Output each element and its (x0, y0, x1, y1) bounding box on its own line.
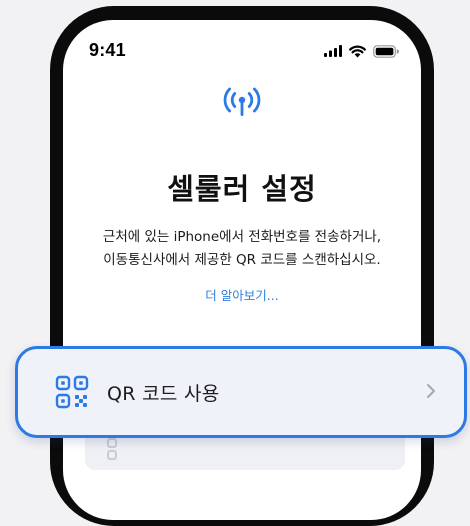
learn-more-link[interactable]: 더 알아보기... (63, 285, 421, 304)
battery-icon (373, 44, 399, 58)
use-qr-code-button[interactable]: QR 코드 사용 (15, 346, 467, 438)
qr-code-icon (55, 375, 89, 409)
qr-option-label: QR 코드 사용 (107, 382, 220, 405)
description-line-2: 이동통신사에서 제공한 QR 코드를 스캔하십시오. (103, 252, 381, 268)
option-icon (107, 438, 117, 460)
status-icons (324, 44, 399, 58)
description-line-1: 근처에 있는 iPhone에서 전화번호를 전송하거나, (102, 229, 382, 245)
setup-description: 근처에 있는 iPhone에서 전화번호를 전송하거나, 이동통신사에서 제공한… (77, 226, 407, 272)
chevron-right-icon (427, 384, 435, 398)
cellular-antenna-icon (223, 87, 261, 116)
signal-icon (324, 45, 342, 57)
status-time: 9:41 (89, 40, 126, 60)
page-title: 셀룰러 설정 (167, 172, 317, 206)
wifi-icon (349, 45, 366, 57)
